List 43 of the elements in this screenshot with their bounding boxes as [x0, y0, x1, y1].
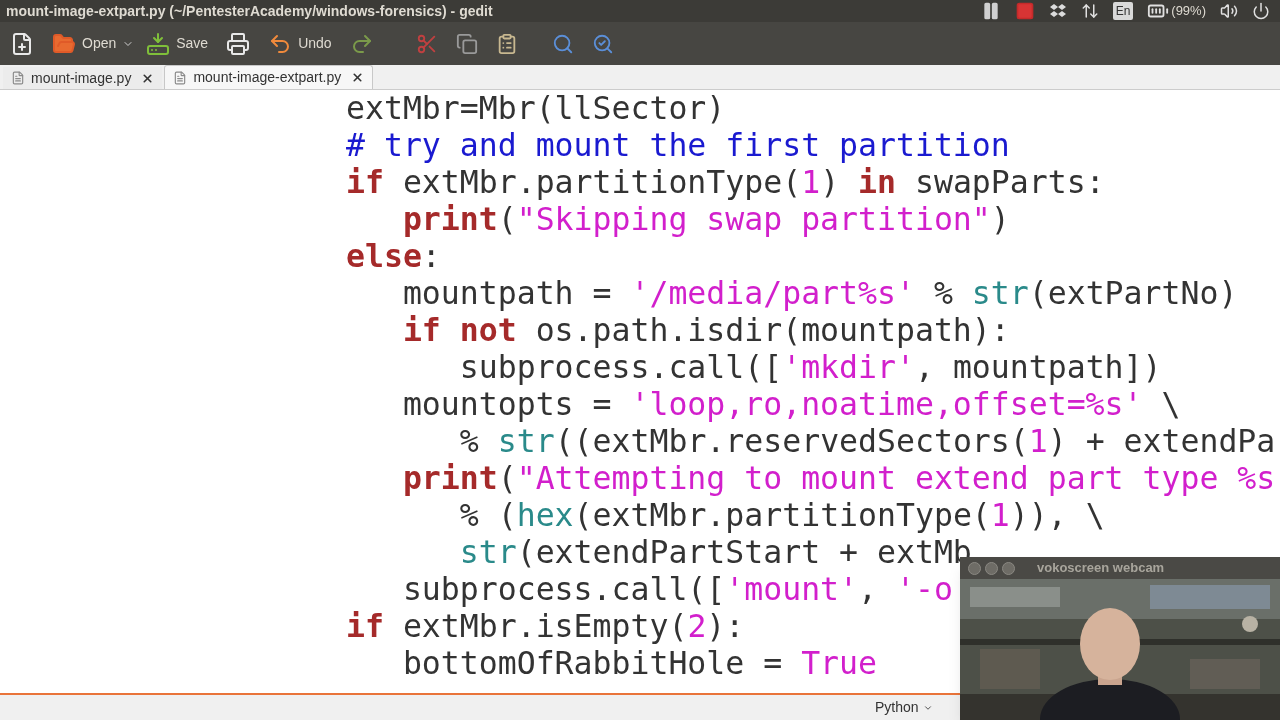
box-icon[interactable]: [1048, 3, 1067, 19]
code-line: subprocess.call(['mount', '-o: [402, 571, 953, 607]
code-line: if not os.path.isdir(mountpath):: [402, 312, 1010, 348]
battery-percentage: (99%): [1171, 2, 1206, 21]
file-icon: [173, 70, 188, 85]
code-line: % str((extMbr.reservedSectors(1) + extendPa: [459, 423, 1276, 459]
search-icon: [551, 32, 574, 55]
code-line: mountopts = 'loop,ro,noatime,offset=%s' \: [402, 386, 1181, 422]
search-check-icon: [591, 32, 614, 55]
language-selector[interactable]: Python: [875, 697, 933, 718]
file-icon: [11, 71, 25, 85]
code-line: bottomOfRabbitHole = True: [402, 645, 877, 681]
window-title: vokoscreen webcam: [1037, 559, 1165, 578]
maximize-button[interactable]: [1002, 561, 1015, 575]
window-title: mount-image-extpart.py (~/PentesterAcademy/windows-forensics) - gedit: [6, 1, 493, 21]
code-line: if extMbr.isEmpty(2):: [346, 608, 745, 644]
minimize-button[interactable]: [985, 561, 998, 575]
save-icon: [146, 31, 171, 56]
code-line: print("Skipping swap partition"): [402, 201, 1010, 237]
code-line: mountpath = '/media/part%s' % str(extPartNo): [402, 275, 1238, 311]
tab[interactable]: mount-image-extpart.py: [164, 65, 374, 89]
volume-icon[interactable]: [1220, 2, 1238, 20]
new-file-icon: [10, 31, 34, 56]
folder-icon: [52, 31, 76, 56]
open-button[interactable]: Open: [46, 26, 123, 61]
code-line: str(extendPartStart + extMb: [459, 534, 972, 570]
code-line: print("Attempting to mount extend part type %s: [402, 460, 1276, 496]
tab[interactable]: mount-image.py: [3, 67, 163, 89]
code-line: if extMbr.partitionType(1) in swapParts:: [346, 164, 1105, 200]
keyboard-layout-indicator[interactable]: En: [1112, 2, 1134, 20]
code-line: % (hex(extMbr.partitionType(1)), \: [459, 497, 1105, 533]
undo-button[interactable]: Undo: [262, 26, 338, 61]
power-icon[interactable]: [1252, 2, 1270, 20]
copy-icon: [455, 32, 478, 55]
code-line: extMbr=Mbr(llSector): [346, 90, 726, 126]
close-button[interactable]: [968, 561, 981, 575]
printer-icon: [226, 31, 251, 56]
scissors-icon: [415, 32, 438, 55]
code-line: subprocess.call(['mkdir', mountpath]): [459, 349, 1162, 385]
save-button[interactable]: Save: [140, 26, 215, 61]
network-icon[interactable]: [1080, 2, 1099, 20]
code-line: else:: [346, 238, 441, 274]
code-line: # try and mount the first partition: [346, 127, 1010, 163]
